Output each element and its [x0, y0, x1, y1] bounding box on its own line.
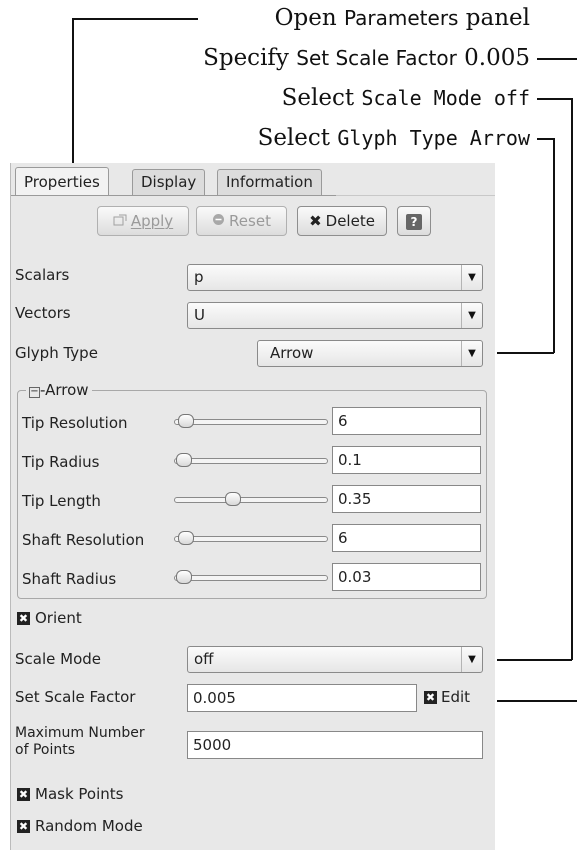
scale-mode-value: off	[194, 650, 214, 668]
callout-line	[497, 659, 572, 661]
scale-factor-label: Set Scale Factor	[15, 688, 136, 706]
tip-length-slider-handle[interactable]	[225, 492, 241, 506]
tip-length-input[interactable]: 0.35	[332, 485, 481, 513]
annotation-keyword: Set Scale Factor	[296, 46, 457, 70]
chevron-down-icon: ▼	[461, 647, 482, 672]
arrow-group-title[interactable]: −-Arrow	[26, 381, 92, 399]
shaft-resolution-slider-handle[interactable]	[178, 531, 194, 545]
tip-length-slider[interactable]	[174, 497, 328, 503]
random-mode-label: Random Mode	[35, 817, 143, 835]
callout-line	[537, 138, 554, 140]
tip-length-label: Tip Length	[22, 492, 101, 510]
checkmark-icon: ✖	[18, 612, 29, 625]
shaft-radius-input[interactable]: 0.03	[332, 563, 481, 591]
tab-information[interactable]: Information	[217, 169, 322, 195]
reset-icon	[212, 207, 225, 235]
annotation-set-scale-factor: Specify Set Scale Factor 0.005	[203, 44, 530, 72]
help-button[interactable]: ?	[397, 206, 431, 236]
callout-line	[72, 18, 74, 168]
delete-icon: ✖	[309, 212, 322, 230]
annotation-text: Open	[274, 5, 344, 31]
callout-line	[537, 58, 577, 60]
annotation-text: panel	[458, 5, 530, 31]
tab-properties[interactable]: Properties	[15, 167, 109, 196]
callout-line	[497, 352, 554, 354]
checkmark-icon: ✖	[425, 691, 436, 704]
scalars-label: Scalars	[15, 266, 70, 284]
reset-button[interactable]: Reset	[196, 206, 287, 236]
tab-divider	[11, 195, 336, 196]
chevron-down-icon: ▼	[461, 341, 482, 366]
chevron-down-icon: ▼	[461, 265, 482, 290]
mask-points-label: Mask Points	[35, 785, 124, 803]
tab-display[interactable]: Display	[132, 169, 206, 195]
shaft-radius-label: Shaft Radius	[22, 570, 117, 588]
annotation-text: 0.005	[456, 45, 530, 71]
tip-radius-input[interactable]: 0.1	[332, 446, 481, 474]
checkmark-icon: ✖	[18, 788, 29, 801]
apply-icon	[113, 207, 127, 235]
max-points-label: Maximum Number of Points	[15, 725, 145, 759]
chevron-down-icon: ▼	[461, 303, 482, 328]
shaft-resolution-input[interactable]: 6	[332, 524, 481, 552]
glyph-type-label: Glyph Type	[15, 344, 98, 362]
vectors-value: U	[194, 306, 205, 324]
callout-line	[553, 138, 555, 353]
annotation-keyword: Parameters	[343, 6, 459, 30]
apply-button[interactable]: Apply	[97, 206, 189, 236]
tab-divider	[336, 195, 495, 196]
glyph-type-select[interactable]: Arrow ▼	[257, 340, 483, 367]
reset-label: Reset	[229, 212, 271, 230]
annotation-scale-mode: Select Scale Mode off	[282, 84, 530, 112]
properties-panel: Properties Display Information Apply Res…	[10, 163, 495, 850]
checkmark-icon: ✖	[18, 820, 29, 833]
scalars-value: p	[194, 268, 204, 286]
delete-label: Delete	[325, 212, 375, 230]
max-points-input[interactable]: 5000	[187, 731, 483, 759]
max-points-label-line1: Maximum Number	[15, 725, 145, 741]
vectors-select[interactable]: U ▼	[187, 302, 483, 329]
scale-mode-select[interactable]: off ▼	[187, 646, 483, 673]
random-mode-checkbox[interactable]: ✖	[17, 820, 30, 833]
annotation-text: Specify	[203, 45, 297, 71]
scalars-select[interactable]: p ▼	[187, 264, 483, 291]
tip-resolution-slider-handle[interactable]	[178, 414, 194, 428]
scale-factor-input[interactable]: 0.005	[187, 684, 417, 712]
annotation-glyph-type: Select Glyph Type Arrow	[258, 124, 530, 152]
orient-checkbox[interactable]: ✖	[17, 612, 30, 625]
tip-resolution-input[interactable]: 6	[332, 407, 481, 435]
tip-radius-slider-handle[interactable]	[176, 453, 192, 467]
shaft-radius-slider-handle[interactable]	[176, 570, 192, 584]
tip-radius-slider[interactable]	[174, 458, 328, 464]
shaft-resolution-label: Shaft Resolution	[22, 531, 145, 549]
scale-mode-label: Scale Mode	[15, 650, 101, 668]
shaft-radius-slider[interactable]	[174, 575, 328, 581]
annotation-text: Select	[257, 125, 338, 151]
orient-label: Orient	[35, 609, 82, 627]
tip-resolution-slider[interactable]	[174, 419, 328, 425]
help-icon: ?	[406, 214, 422, 230]
edit-checkbox[interactable]: ✖	[424, 691, 437, 704]
glyph-type-value: Arrow	[270, 344, 314, 362]
annotation-open-parameters: Open Parameters panel	[275, 4, 530, 32]
mask-points-checkbox[interactable]: ✖	[17, 788, 30, 801]
annotation-keyword: Glyph Type Arrow	[337, 126, 530, 150]
max-points-label-line2: of Points	[15, 742, 75, 758]
callout-line	[72, 18, 198, 20]
apply-label: Apply	[130, 212, 174, 230]
edit-label: Edit	[441, 688, 471, 706]
collapse-icon[interactable]: −	[29, 387, 40, 398]
tip-radius-label: Tip Radius	[22, 453, 100, 471]
annotation-keyword: Scale Mode off	[361, 86, 530, 110]
tip-resolution-label: Tip Resolution	[22, 414, 128, 432]
callout-line	[497, 700, 577, 702]
callout-line	[537, 98, 572, 100]
vectors-label: Vectors	[15, 304, 71, 322]
arrow-group: −-Arrow Tip Resolution 6 Tip Radius 0.1 …	[17, 381, 487, 599]
shaft-resolution-slider[interactable]	[174, 536, 328, 542]
delete-button[interactable]: ✖ Delete	[297, 206, 387, 236]
callout-line	[571, 98, 573, 660]
arrow-group-label: Arrow	[45, 381, 89, 399]
annotation-text: Select	[281, 85, 362, 111]
